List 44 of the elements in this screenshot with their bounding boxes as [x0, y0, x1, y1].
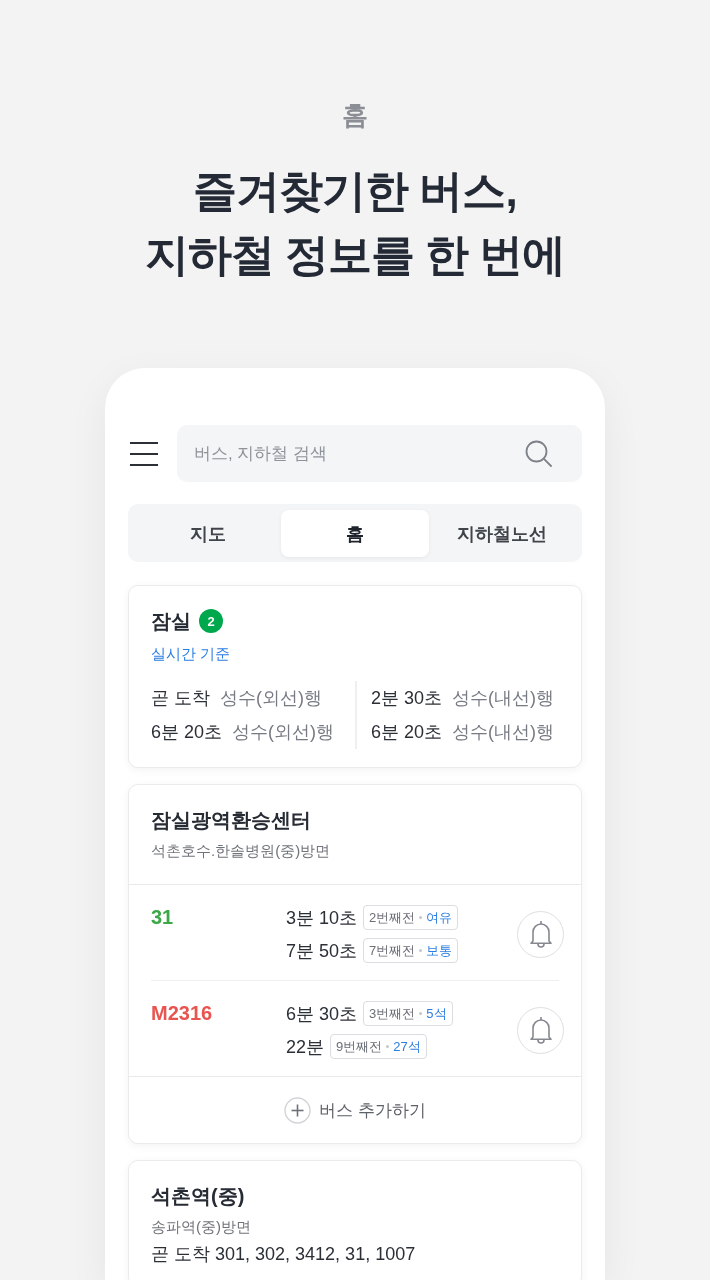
search-field[interactable]: 버스, 지하철 검색	[177, 425, 582, 482]
seat-status-text: 27석	[393, 1037, 421, 1056]
realtime-note: 실시간 기준	[151, 644, 232, 664]
bell-icon	[527, 1016, 554, 1044]
tab[interactable]: 지도	[134, 510, 282, 557]
direction-text: 송파역(중)방면	[151, 1217, 252, 1237]
arrival-time: 곧 도착	[151, 687, 210, 710]
alarm-button[interactable]	[517, 910, 564, 958]
stops-away-text: 7번째전	[369, 941, 416, 960]
stop-name: 잠실광역환승센터	[151, 808, 312, 833]
arrival-time: 7분 50초	[286, 939, 358, 963]
add-bus-button[interactable]: 버스 추가하기	[284, 1096, 426, 1124]
search-icon[interactable]	[525, 440, 552, 467]
arrival-time: 6분 20초	[371, 721, 443, 744]
arrival-time: 6분 30초	[286, 1002, 358, 1026]
plus-icon	[284, 1096, 312, 1124]
stops-away-text: 9번째전	[336, 1037, 383, 1056]
destination-text: 성수(외선)행	[220, 687, 322, 710]
station-name: 잠실	[151, 609, 191, 634]
line-number-badge: 2	[199, 609, 223, 633]
destination-text: 성수(외선)행	[232, 721, 335, 744]
bus-number: 31	[151, 906, 174, 928]
bell-icon	[527, 920, 554, 948]
arrival-time: 2분 30초	[371, 687, 443, 710]
tab[interactable]: 지하철노선	[428, 510, 576, 557]
arrival-summary: 곧 도착 301, 302, 3412, 31, 1007	[151, 1243, 417, 1266]
stops-away-text: 3번째전	[369, 1004, 416, 1023]
seat-status-text: 여유	[426, 908, 453, 927]
seat-status-text: 5석	[426, 1004, 447, 1023]
alarm-button[interactable]	[517, 1006, 564, 1054]
destination-text: 성수(내선)행	[452, 721, 555, 744]
stop-name: 석촌역(중)	[151, 1184, 246, 1209]
tab[interactable]: 홈	[281, 510, 429, 557]
arrival-time: 22분	[286, 1035, 325, 1059]
destination-text: 성수(내선)행	[452, 687, 555, 710]
headline: 즐겨찾기한 버스, 지하철 정보를 한 번에	[144, 165, 566, 281]
direction-text: 석촌호수.한솔병원(중)방면	[151, 841, 332, 861]
arrival-time: 3분 10초	[286, 906, 358, 930]
section-label: 홈	[342, 99, 368, 132]
stops-away-text: 2번째전	[369, 908, 416, 927]
arrival-time: 6분 20초	[151, 721, 223, 744]
seat-status-text: 보통	[426, 941, 453, 960]
menu-icon[interactable]	[130, 441, 158, 466]
bus-number: M2316	[151, 1002, 213, 1024]
